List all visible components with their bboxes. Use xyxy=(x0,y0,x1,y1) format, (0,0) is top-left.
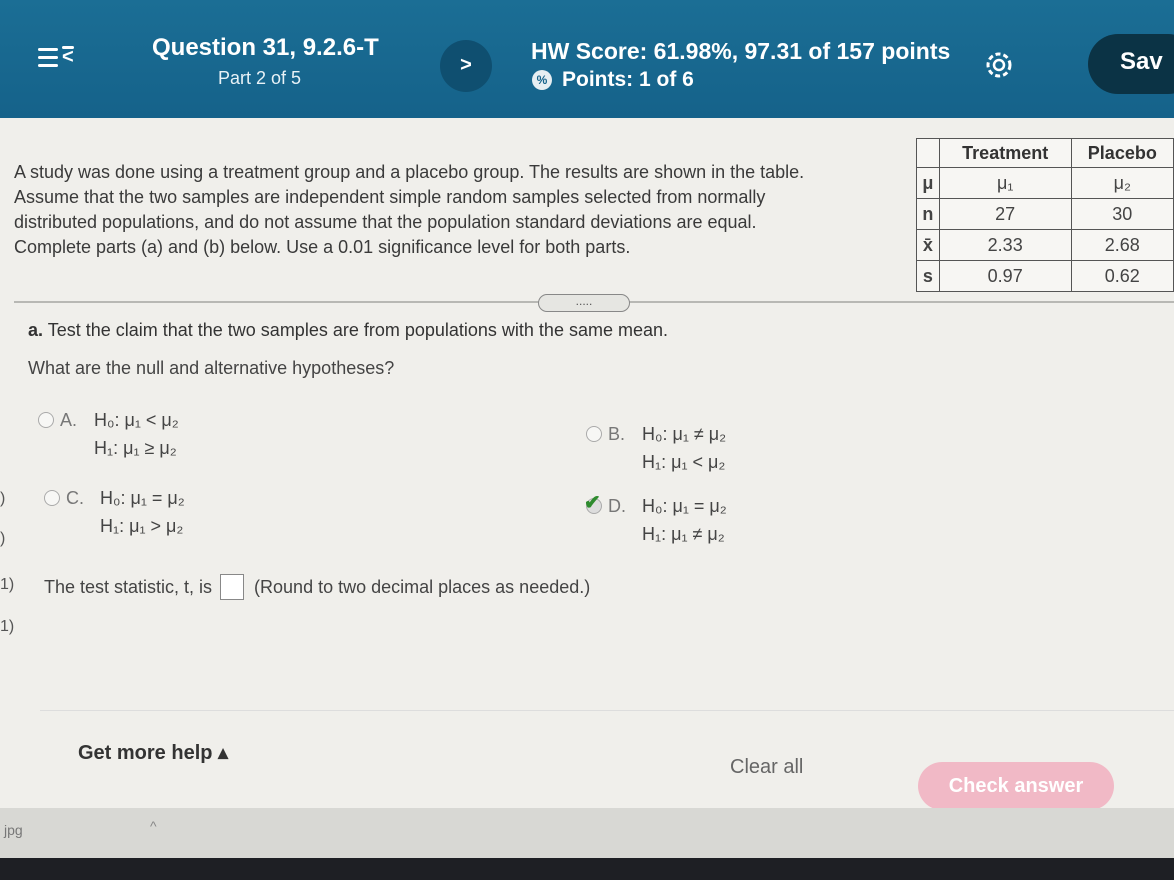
placebo-cell: 2.68 xyxy=(1070,229,1174,261)
checkmark-icon: ✔ xyxy=(584,492,601,514)
table-row: x̄ 2.33 2.68 xyxy=(916,229,1174,261)
problem-statement: A study was done using a treatment group… xyxy=(14,160,894,260)
table-header-placebo: Placebo xyxy=(1070,138,1174,168)
left-edge-text: 1) xyxy=(0,576,15,593)
row-label: μ xyxy=(916,167,940,199)
placebo-cell: 30 xyxy=(1070,198,1174,230)
clear-all-button[interactable]: Clear all xyxy=(730,756,803,779)
option-letter: A. xyxy=(60,410,78,430)
chevron-left-icon: < xyxy=(62,46,74,68)
placebo-cell: μ₂ xyxy=(1070,167,1174,199)
points-text: Points: 1 of 6 xyxy=(562,68,694,91)
next-question-button[interactable]: > xyxy=(440,40,492,92)
option-letter: C. xyxy=(66,488,84,508)
download-bar: jpg ^ xyxy=(0,808,1174,858)
null-hypothesis: H₀: μ₁ = μ₂ xyxy=(642,496,727,516)
row-label: s xyxy=(916,260,940,292)
problem-line: Assume that the two samples are independ… xyxy=(14,187,766,207)
option-letter: B. xyxy=(608,424,626,444)
table-header-treatment: Treatment xyxy=(938,138,1072,168)
question-content: A study was done using a treatment group… xyxy=(0,118,1174,810)
top-header: < Question 31, 9.2.6-T Part 2 of 5 > HW … xyxy=(0,0,1174,118)
menu-line-icon xyxy=(38,48,58,51)
table-row: s 0.97 0.62 xyxy=(916,260,1174,292)
partial-credit-icon: % xyxy=(532,70,552,90)
menu-line-icon xyxy=(38,64,58,67)
row-label: n xyxy=(916,198,940,230)
radio-button[interactable] xyxy=(38,412,54,428)
question-title: Question 31, 9.2.6-T xyxy=(152,34,379,61)
hw-score: HW Score: 61.98%, 97.31 of 157 points xyxy=(531,38,951,64)
question-part: Part 2 of 5 xyxy=(218,68,302,88)
left-edge-text: 1) xyxy=(0,618,15,635)
null-hypothesis: H₀: μ₁ < μ₂ xyxy=(94,410,179,430)
option-b[interactable]: B. H₀: μ₁ ≠ μ₂ H₁: μ₁ < μ₂ xyxy=(586,424,886,480)
problem-line: Complete parts (a) and (b) below. Use a … xyxy=(14,237,631,257)
action-bar-divider xyxy=(40,710,1174,711)
expand-more-button[interactable]: ..... xyxy=(538,294,630,312)
alternative-hypothesis: H₁: μ₁ < μ₂ xyxy=(642,452,726,472)
file-label[interactable]: jpg xyxy=(4,822,23,838)
treatment-cell: μ₁ xyxy=(938,167,1072,199)
left-edge-text: ) xyxy=(0,490,6,507)
get-more-help-button[interactable]: Get more help ▴ xyxy=(78,740,228,765)
alternative-hypothesis: H₁: μ₁ ≠ μ₂ xyxy=(642,524,725,544)
save-button[interactable]: Sav xyxy=(1088,34,1174,94)
menu-line-icon xyxy=(38,56,58,59)
problem-line: distributed populations, and do not assu… xyxy=(14,212,757,232)
alternative-hypothesis: H₁: μ₁ > μ₂ xyxy=(100,516,184,536)
table-corner xyxy=(916,138,940,168)
option-a[interactable]: A. H₀: μ₁ < μ₂ H₁: μ₁ ≥ μ₂ xyxy=(38,410,338,466)
test-statistic-label: The test statistic, t, is xyxy=(44,576,213,597)
question-list-menu-button[interactable]: < xyxy=(38,44,78,74)
points-display: % Points: 1 of 6 xyxy=(532,68,694,92)
table-row: n 27 30 xyxy=(916,198,1174,230)
radio-button[interactable] xyxy=(44,490,60,506)
part-label: a. xyxy=(28,320,44,340)
treatment-cell: 2.33 xyxy=(938,229,1072,261)
rounding-note: (Round to two decimal places as needed.) xyxy=(254,576,591,597)
part-a-text: Test the claim that the two samples are … xyxy=(47,320,668,340)
left-edge-text: ) xyxy=(0,530,6,547)
option-c[interactable]: C. H₀: μ₁ = μ₂ H₁: μ₁ > μ₂ xyxy=(44,488,344,544)
problem-line: A study was done using a treatment group… xyxy=(14,162,805,182)
taskbar xyxy=(0,858,1174,880)
part-a-instruction: a. Test the claim that the two samples a… xyxy=(28,320,668,341)
null-hypothesis: H₀: μ₁ ≠ μ₂ xyxy=(642,424,727,444)
data-table: Treatment Placebo μ μ₁ μ₂ n 27 30 x̄ 2.3… xyxy=(916,138,1174,292)
null-hypothesis: H₀: μ₁ = μ₂ xyxy=(100,488,185,508)
check-answer-button[interactable]: Check answer xyxy=(918,762,1114,810)
gear-icon[interactable] xyxy=(982,48,1016,82)
option-d[interactable]: ✔ D. H₀: μ₁ = μ₂ H₁: μ₁ ≠ μ₂ xyxy=(584,492,886,552)
row-label: x̄ xyxy=(916,229,940,261)
placebo-cell: 0.62 xyxy=(1070,260,1174,292)
table-header-row: Treatment Placebo xyxy=(916,138,1174,168)
radio-button[interactable] xyxy=(586,426,602,442)
treatment-cell: 27 xyxy=(938,198,1072,230)
test-statistic-input[interactable] xyxy=(220,574,245,600)
option-letter: D. xyxy=(608,496,626,516)
table-row: μ μ₁ μ₂ xyxy=(916,167,1174,199)
treatment-cell: 0.97 xyxy=(938,260,1072,292)
test-statistic-row: The test statistic, t, is (Round to two … xyxy=(44,574,590,600)
alternative-hypothesis: H₁: μ₁ ≥ μ₂ xyxy=(94,438,177,458)
hypotheses-prompt: What are the null and alternative hypoth… xyxy=(28,358,395,378)
chevron-up-icon[interactable]: ^ xyxy=(150,818,157,834)
